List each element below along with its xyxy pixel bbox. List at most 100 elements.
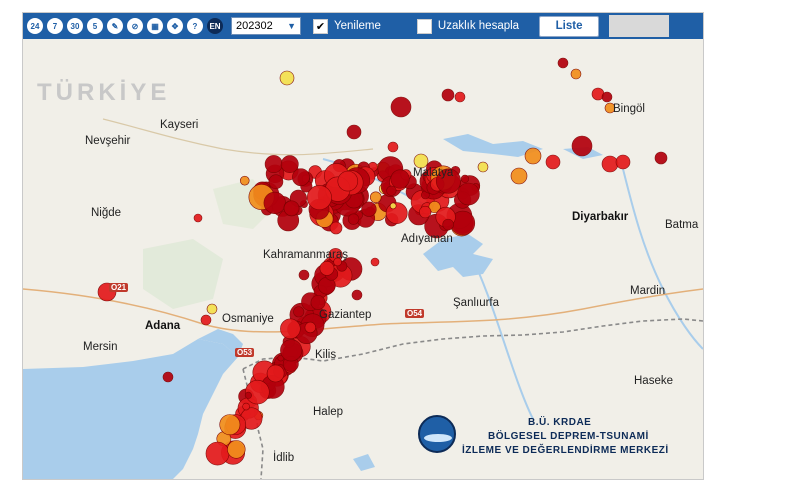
period-select-value: 202302 <box>236 20 273 32</box>
place-adiyaman: Adıyaman <box>401 233 453 245</box>
road-sign-o53: O53 <box>235 348 255 357</box>
earthquake-marker[interactable] <box>206 303 218 315</box>
krdae-logo-icon <box>418 415 456 453</box>
earthquake-marker[interactable] <box>279 70 295 86</box>
earthquake-marker[interactable] <box>293 306 305 318</box>
earthquake-marker[interactable] <box>193 213 203 223</box>
last-7-days-button[interactable]: 7 <box>47 18 63 34</box>
earthquake-marker[interactable] <box>477 161 489 173</box>
road-sign-o21: O21 <box>109 283 129 292</box>
earthquake-marker[interactable] <box>306 185 332 211</box>
earthquake-marker[interactable] <box>227 440 246 459</box>
earthquake-marker[interactable] <box>615 154 631 170</box>
place-sanliurfa: Şanlıurfa <box>453 297 500 309</box>
earthquake-marker[interactable] <box>454 91 466 103</box>
logo-line-3: İZLEME VE DEĞERLENDİRME MERKEZİ <box>462 445 669 456</box>
check-icon: ✔ <box>315 20 326 33</box>
center-map-icon[interactable]: ✥ <box>167 18 183 34</box>
earthquake-marker[interactable] <box>361 201 377 217</box>
last-24-hours-button[interactable]: 24 <box>27 18 43 34</box>
map-toolbar: 24 7 30 5 ✎ ⊘ ▦ ✥ ? EN 202302 ▼ ✔ Yenile… <box>23 13 703 39</box>
place-idlib: İdlib <box>273 452 295 464</box>
place-bingol: Bingöl <box>613 103 645 115</box>
earthquake-marker[interactable] <box>219 414 241 436</box>
earthquake-marker[interactable] <box>570 68 582 80</box>
earthquake-marker[interactable] <box>441 88 455 102</box>
measure-icon[interactable]: ✎ <box>107 18 123 34</box>
earthquake-marker[interactable] <box>263 191 286 214</box>
lake-south <box>353 454 375 471</box>
place-mardin: Mardin <box>630 285 666 297</box>
last-30-days-button[interactable]: 30 <box>67 18 83 34</box>
place-malatya: Malatya <box>413 167 454 179</box>
earthquake-marker[interactable] <box>557 57 569 69</box>
earthquake-marker[interactable] <box>266 364 285 383</box>
earthquake-marker[interactable] <box>242 402 250 411</box>
earthquake-marker[interactable] <box>385 202 408 225</box>
earthquake-marker[interactable] <box>346 124 362 140</box>
place-kilis: Kilis <box>315 349 337 361</box>
place-halep: Halep <box>313 406 344 418</box>
chevron-down-icon: ▼ <box>287 21 296 31</box>
earthquake-marker[interactable] <box>283 200 300 217</box>
period-select[interactable]: 202302 ▼ <box>231 17 301 35</box>
earthquake-marker[interactable] <box>264 155 283 173</box>
earthquake-map[interactable]: TÜRKİYE Kayseri Nevşehir Niğde Adana Mer… <box>23 39 703 479</box>
earthquake-marker[interactable] <box>601 91 613 103</box>
earthquake-marker[interactable] <box>319 260 335 276</box>
help-button[interactable]: ? <box>187 18 203 34</box>
earthquake-marker[interactable] <box>162 371 174 383</box>
earthquake-marker[interactable] <box>310 295 326 310</box>
logo-line-1: B.Ü. KRDAE <box>528 417 592 428</box>
earthquake-marker[interactable] <box>390 96 412 118</box>
earthquake-marker[interactable] <box>369 191 382 204</box>
earthquake-marker[interactable] <box>200 314 212 326</box>
earthquake-marker[interactable] <box>370 257 380 267</box>
earthquake-marker[interactable] <box>386 185 397 196</box>
mediterranean-sea <box>23 339 238 479</box>
earthquake-marker[interactable] <box>205 441 230 466</box>
earthquake-marker[interactable] <box>347 213 360 225</box>
language-en-button[interactable]: EN <box>207 18 223 34</box>
earthquake-marker[interactable] <box>545 154 561 170</box>
place-nigde: Niğde <box>91 207 122 219</box>
earthquake-marker[interactable] <box>280 339 303 362</box>
earthquake-marker[interactable] <box>351 289 363 301</box>
earthquake-marker[interactable] <box>244 391 252 399</box>
earthquake-marker[interactable] <box>601 155 619 173</box>
earthquake-marker[interactable] <box>413 153 429 169</box>
earthquake-marker[interactable] <box>654 151 668 165</box>
place-batman: Batma <box>665 219 699 231</box>
distance-checkbox[interactable] <box>416 18 432 34</box>
earthquake-marker[interactable] <box>280 155 299 173</box>
earthquake-marker[interactable] <box>298 269 310 281</box>
krdae-logo-block: B.Ü. KRDAE BÖLGESEL DEPREM-TSUNAMİ İZLEM… <box>418 415 703 477</box>
earthquake-marker[interactable] <box>268 174 284 190</box>
magnitude-5-button[interactable]: 5 <box>87 18 103 34</box>
place-kahramanmaras: Kahramanmaraş <box>263 249 349 261</box>
earthquake-marker[interactable] <box>510 167 528 185</box>
earthquake-marker[interactable] <box>304 321 316 334</box>
earthquake-marker[interactable] <box>239 175 250 186</box>
earthquake-marker[interactable] <box>280 318 301 340</box>
place-nevsehir: Nevşehir <box>85 135 131 147</box>
earthquake-marker[interactable] <box>387 141 399 153</box>
list-button[interactable]: Liste <box>539 15 600 37</box>
earthquake-marker[interactable] <box>389 202 397 210</box>
earthquake-marker[interactable] <box>390 169 410 189</box>
earthquake-marker[interactable] <box>460 174 470 183</box>
place-mersin: Mersin <box>83 341 118 353</box>
earthquake-marker[interactable] <box>442 218 454 231</box>
earthquake-marker[interactable] <box>329 221 343 235</box>
layers-icon[interactable]: ▦ <box>147 18 163 34</box>
earthquake-marker[interactable] <box>457 182 480 206</box>
faults-toggle-icon[interactable]: ⊘ <box>127 18 143 34</box>
distance-label: Uzaklık hesapla <box>437 20 520 32</box>
earthquake-marker[interactable] <box>571 135 593 157</box>
earthquake-marker[interactable] <box>524 147 542 165</box>
place-diyarbakir: Diyarbakır <box>572 211 629 223</box>
earthquake-marker[interactable] <box>419 205 432 219</box>
refresh-checkbox[interactable]: ✔ <box>313 18 328 34</box>
earthquake-marker[interactable] <box>337 170 359 192</box>
forest-area <box>143 239 223 309</box>
